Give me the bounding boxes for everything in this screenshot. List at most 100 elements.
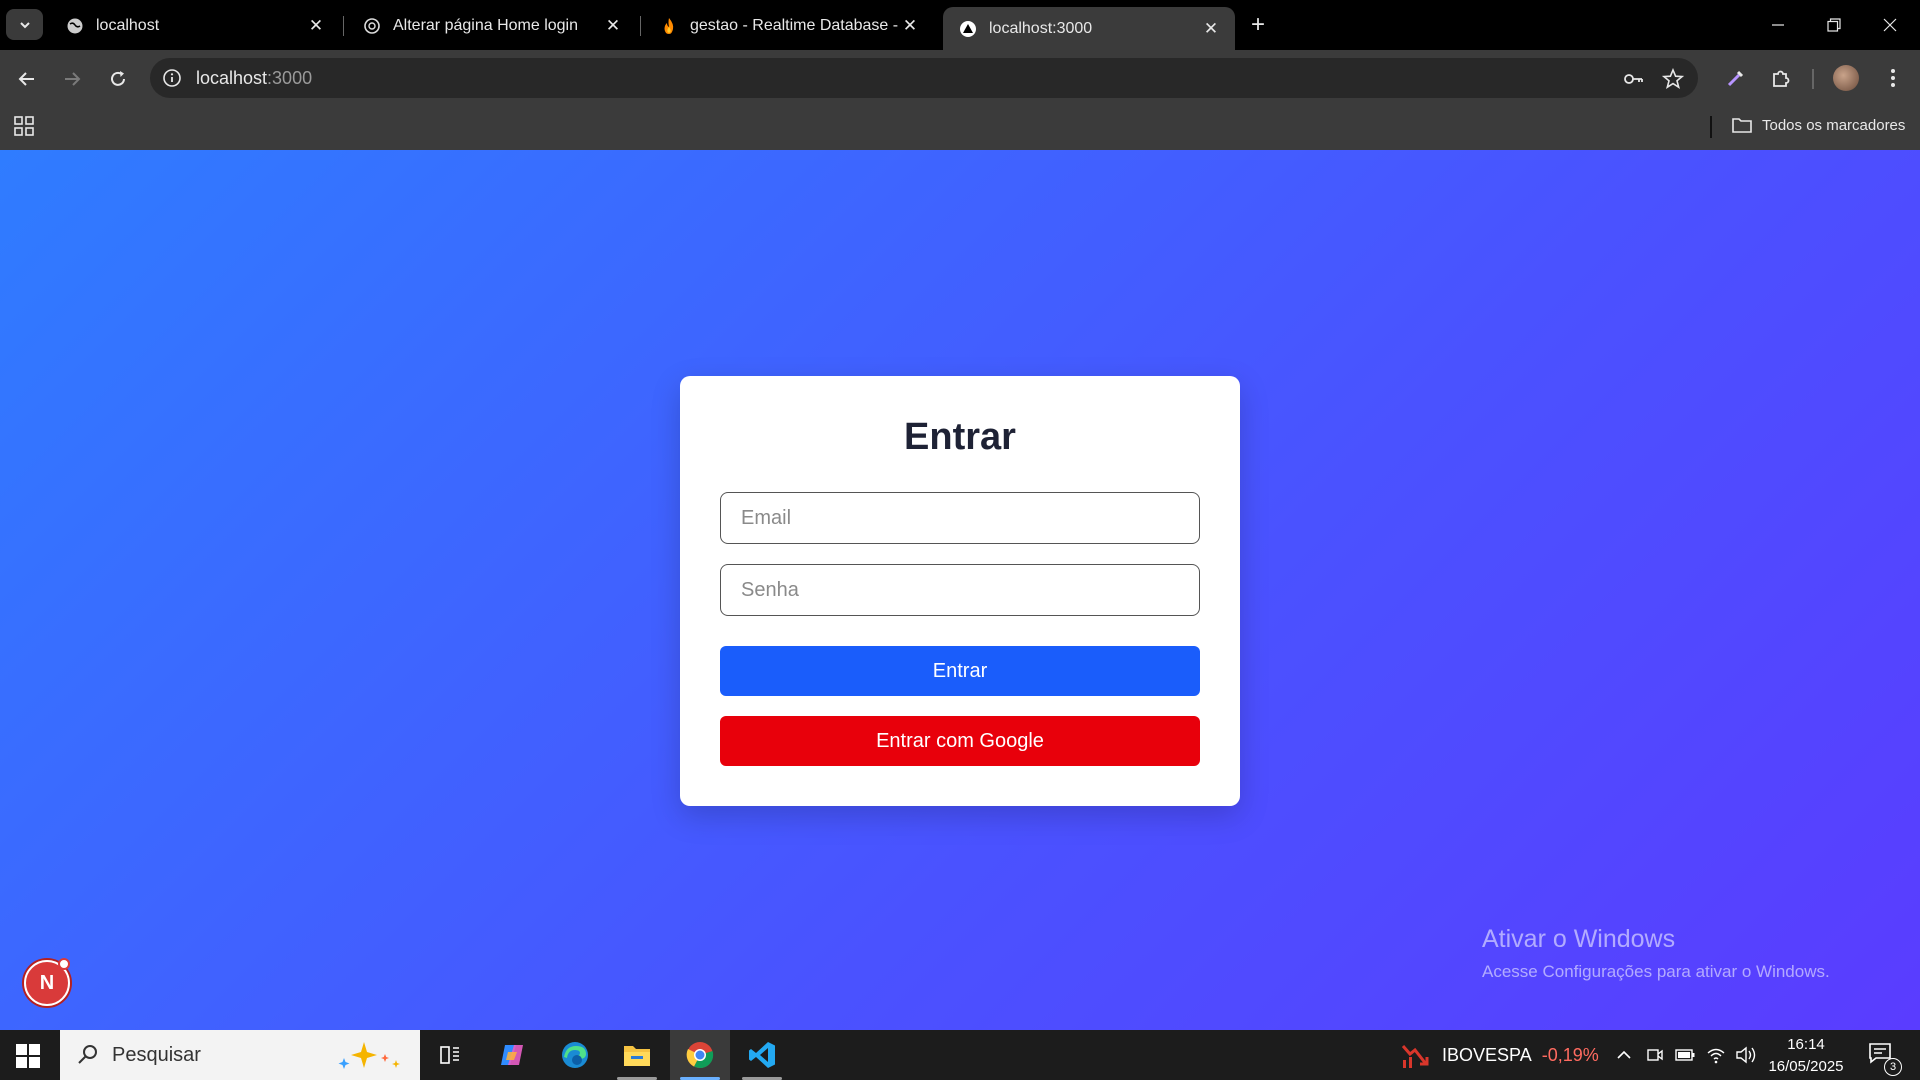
extensions-button[interactable] bbox=[1766, 63, 1796, 93]
url-text: localhost:3000 bbox=[196, 68, 312, 89]
copilot-sparkle-icon bbox=[338, 1042, 400, 1069]
key-icon[interactable] bbox=[1622, 68, 1644, 90]
meet-now-button[interactable] bbox=[1646, 1030, 1664, 1080]
battery-button[interactable] bbox=[1675, 1030, 1695, 1080]
search-icon bbox=[78, 1045, 97, 1064]
windows-start-button[interactable] bbox=[16, 1044, 40, 1068]
close-icon[interactable]: ✕ bbox=[1201, 19, 1221, 39]
notifications-button[interactable]: 3 bbox=[1868, 1042, 1902, 1076]
chevron-up-icon bbox=[1617, 1050, 1631, 1059]
eyedropper-icon bbox=[1727, 70, 1744, 87]
triangle-icon bbox=[959, 20, 977, 38]
windows-logo-icon bbox=[29, 1057, 40, 1068]
login-card: Entrar Entrar Entrar com Google bbox=[680, 376, 1240, 806]
tab-title: gestao - Realtime Database - D bbox=[690, 16, 900, 34]
speaker-icon bbox=[1736, 1046, 1756, 1064]
taskbar: Pesquisar IBOVESPA -0,19% 16:14 16/05/20… bbox=[0, 1030, 1920, 1080]
tab-separator bbox=[640, 16, 641, 36]
tab-search-button[interactable] bbox=[6, 9, 43, 40]
windows-logo-icon bbox=[29, 1044, 40, 1055]
taskbar-search[interactable]: Pesquisar bbox=[60, 1030, 420, 1080]
clock-time: 16:14 bbox=[1787, 1036, 1825, 1053]
url-port: :3000 bbox=[267, 67, 313, 88]
close-icon[interactable]: ✕ bbox=[603, 16, 623, 36]
minimize-button[interactable] bbox=[1750, 0, 1806, 50]
tab-strip: localhost ✕ Alterar página Home login ✕ … bbox=[0, 0, 1920, 50]
network-button[interactable] bbox=[1706, 1030, 1726, 1080]
avatar bbox=[1833, 65, 1859, 91]
stock-ticker-name: IBOVESPA bbox=[1442, 1044, 1532, 1065]
reload-icon bbox=[111, 71, 125, 86]
restore-icon bbox=[1827, 18, 1841, 32]
folder-icon bbox=[624, 1046, 650, 1066]
all-bookmarks-label: Todos os marcadores bbox=[1762, 116, 1906, 134]
reload-button[interactable] bbox=[103, 64, 133, 94]
chevron-down-icon bbox=[19, 21, 30, 28]
url-host: localhost bbox=[196, 67, 268, 88]
new-tab-button[interactable]: + bbox=[1244, 11, 1272, 39]
profile-button[interactable] bbox=[1831, 63, 1861, 93]
login-button[interactable]: Entrar bbox=[720, 646, 1200, 696]
volume-button[interactable] bbox=[1735, 1030, 1757, 1080]
close-icon bbox=[1883, 18, 1897, 32]
email-field[interactable] bbox=[720, 492, 1200, 544]
minimize-icon bbox=[1772, 24, 1784, 26]
info-icon[interactable] bbox=[162, 68, 182, 88]
camera-icon bbox=[1647, 1049, 1663, 1061]
watermark-subtitle: Acesse Configurações para ativar o Windo… bbox=[1482, 962, 1830, 981]
plus-icon: + bbox=[1250, 11, 1265, 38]
tab-title: localhost:3000 bbox=[989, 19, 1093, 37]
arrow-right-icon bbox=[65, 72, 81, 86]
page-viewport: Entrar Entrar Entrar com Google Ativar o… bbox=[0, 150, 1920, 1030]
battery-icon bbox=[1675, 1049, 1695, 1061]
all-bookmarks-button[interactable]: Todos os marcadores bbox=[1732, 113, 1905, 137]
watermark-title: Ativar o Windows bbox=[1482, 925, 1676, 953]
star-icon[interactable] bbox=[1662, 68, 1684, 90]
password-field[interactable] bbox=[720, 564, 1200, 616]
tab-gestao-firebase[interactable]: gestao - Realtime Database - D ✕ bbox=[644, 7, 934, 44]
tab-title: Alterar página Home login bbox=[393, 16, 578, 34]
restore-button[interactable] bbox=[1806, 0, 1862, 50]
chrome-app[interactable] bbox=[670, 1030, 730, 1080]
bookmarks-bar bbox=[0, 108, 1920, 150]
show-hidden-icons-button[interactable] bbox=[1616, 1030, 1632, 1080]
address-bar[interactable]: localhost:3000 bbox=[150, 58, 1698, 98]
stock-ticker-change: -0,19% bbox=[1541, 1044, 1599, 1065]
google-login-button[interactable]: Entrar com Google bbox=[720, 716, 1200, 766]
vscode-app[interactable] bbox=[732, 1030, 792, 1080]
toolbar-divider bbox=[1812, 69, 1814, 89]
menu-button[interactable] bbox=[1878, 63, 1908, 93]
dev-badge-indicator bbox=[58, 958, 70, 970]
search-placeholder: Pesquisar bbox=[112, 1043, 201, 1066]
close-icon[interactable]: ✕ bbox=[900, 16, 920, 36]
forward-button[interactable] bbox=[57, 64, 87, 94]
openai-icon bbox=[363, 17, 381, 35]
puzzle-icon bbox=[1773, 70, 1790, 87]
taskbar-clock[interactable]: 16:14 16/05/2025 bbox=[1768, 1034, 1844, 1078]
windows-logo-icon bbox=[16, 1044, 27, 1055]
tab-localhost-3000[interactable]: localhost:3000 ✕ bbox=[943, 7, 1235, 50]
notification-count: 3 bbox=[1884, 1058, 1902, 1076]
bookmarks-divider bbox=[1710, 116, 1712, 138]
arrow-left-icon bbox=[18, 72, 34, 86]
back-button[interactable] bbox=[12, 64, 42, 94]
task-view-button[interactable] bbox=[420, 1030, 480, 1080]
clock-date: 16/05/2025 bbox=[1768, 1058, 1844, 1075]
stock-widget[interactable]: IBOVESPA -0,19% bbox=[1400, 1030, 1599, 1080]
browser-toolbar: localhost:3000 bbox=[0, 50, 1920, 108]
windows-activation-watermark: Ativar o Windows Acesse Configurações pa… bbox=[1482, 925, 1830, 982]
tab-title: localhost bbox=[96, 16, 160, 34]
tab-localhost[interactable]: localhost ✕ bbox=[50, 7, 340, 44]
globe-icon bbox=[66, 17, 84, 35]
close-window-button[interactable] bbox=[1862, 0, 1918, 50]
edge-app[interactable] bbox=[545, 1030, 605, 1080]
close-icon[interactable]: ✕ bbox=[306, 16, 326, 36]
apps-grid-icon[interactable] bbox=[14, 116, 34, 136]
file-explorer-app[interactable] bbox=[607, 1030, 667, 1080]
tab-alterar-pagina[interactable]: Alterar página Home login ✕ bbox=[347, 7, 637, 44]
windows-logo-icon bbox=[16, 1057, 27, 1068]
eyedropper-extension-button[interactable] bbox=[1721, 63, 1751, 93]
more-vertical-icon bbox=[1891, 69, 1895, 87]
copilot-app[interactable] bbox=[482, 1030, 542, 1080]
wifi-icon bbox=[1707, 1048, 1725, 1064]
